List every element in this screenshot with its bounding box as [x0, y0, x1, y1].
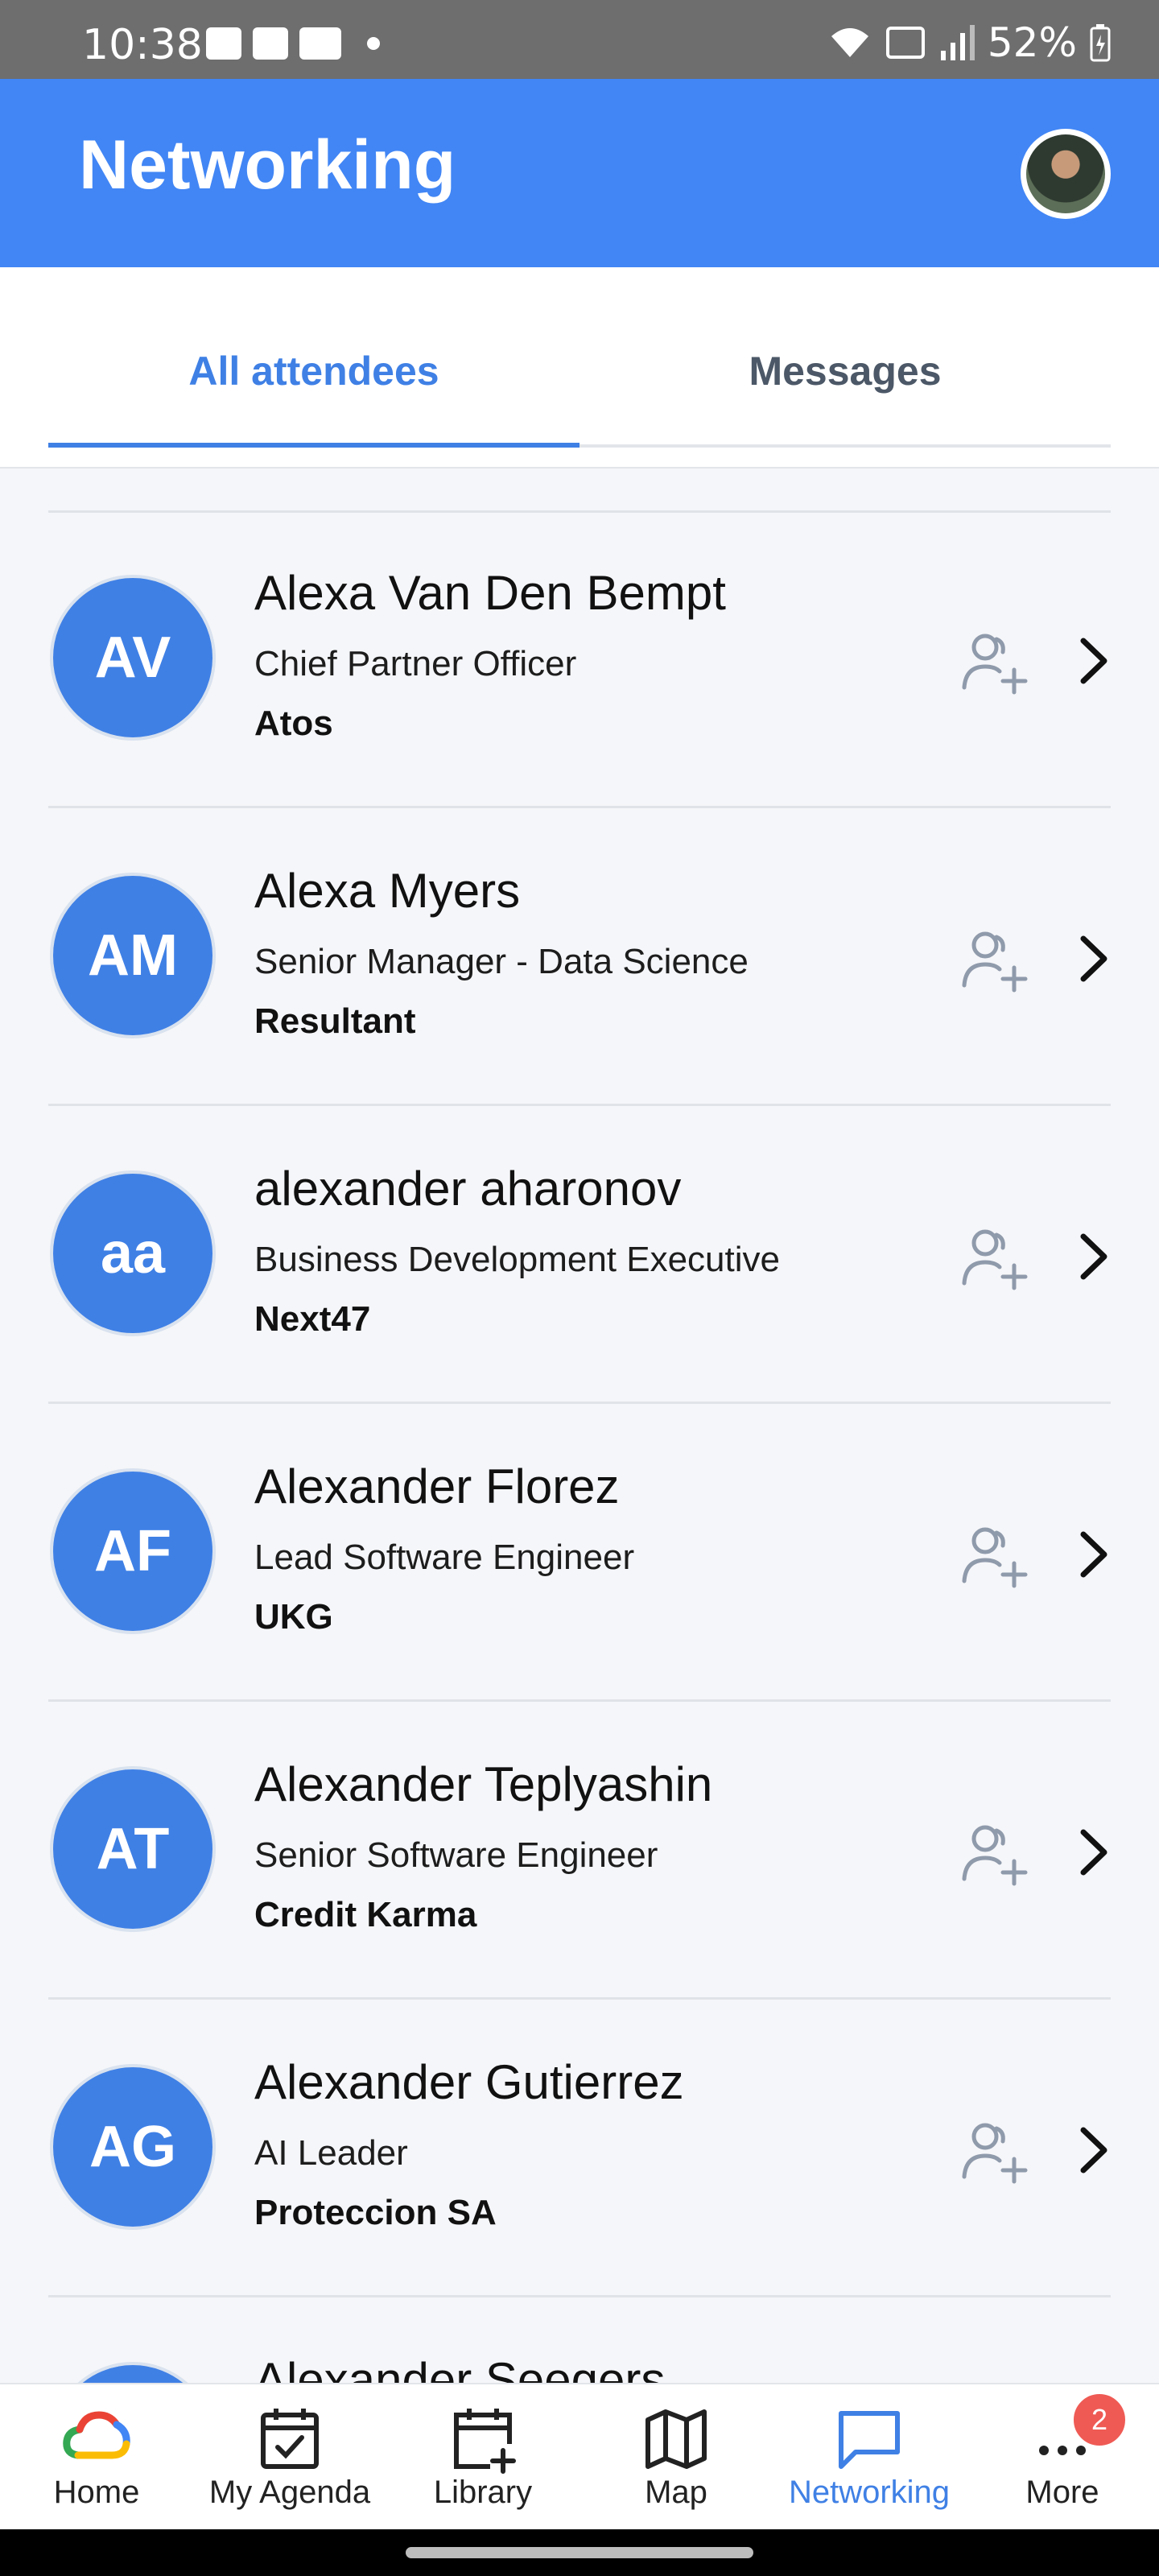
attendee-name: Alexander Gutierrez	[254, 2055, 684, 2109]
nav-label: Library	[433, 2475, 533, 2510]
attendee-title: AI Leader	[254, 2133, 408, 2173]
attendee-title: Senior Software Engineer	[254, 1835, 658, 1875]
battery-charging-icon	[1090, 24, 1111, 62]
tab-messages[interactable]: Messages	[580, 348, 1111, 394]
page-title: Networking	[79, 126, 456, 204]
attendee-title: Senior Manager - Data Science	[254, 942, 749, 981]
gallery-notification-icon	[206, 27, 241, 60]
tab-bar: All attendees Messages	[0, 267, 1159, 469]
nav-networking[interactable]: Networking	[773, 2384, 966, 2531]
chevron-right-icon[interactable]	[1070, 633, 1116, 689]
nav-library[interactable]: Library	[386, 2384, 580, 2531]
signal-icon	[940, 25, 975, 60]
attendee-avatar: AT	[50, 1766, 216, 1932]
outlook-notification-icon	[253, 27, 288, 60]
attendee-name: Alexander Seegers	[254, 2353, 666, 2383]
attendee-company: Credit Karma	[254, 1895, 477, 1934]
attendee-company: UKG	[254, 1597, 333, 1637]
attendee-row[interactable]: AV Alexa Van Den Bempt Chief Partner Off…	[0, 510, 1159, 808]
google-cloud-icon	[63, 2411, 130, 2459]
attendee-company: Proteccion SA	[254, 2193, 497, 2232]
nav-label: More	[1025, 2475, 1099, 2510]
attendee-row[interactable]: AM Alexa Myers Senior Manager - Data Sci…	[0, 808, 1159, 1106]
chevron-right-icon[interactable]	[1070, 2122, 1116, 2178]
status-time: 10:38	[82, 21, 203, 69]
attendee-title: Chief Partner Officer	[254, 644, 577, 683]
nav-more[interactable]: 2 More	[966, 2384, 1159, 2531]
attendee-avatar: AS	[50, 2362, 216, 2383]
attendee-avatar: AV	[50, 575, 216, 741]
add-connection-icon[interactable]	[955, 921, 1032, 998]
chat-bubble-icon	[839, 2411, 900, 2469]
nav-label: Networking	[788, 2475, 951, 2510]
attendee-name: Alexander Florez	[254, 1459, 620, 1513]
map-icon	[645, 2409, 707, 2469]
add-connection-icon[interactable]	[955, 623, 1032, 700]
status-bar: 10:38 52%	[0, 0, 1159, 79]
attendee-company: Atos	[254, 704, 333, 743]
attendee-row[interactable]: AF Alexander Florez Lead Software Engine…	[0, 1404, 1159, 1702]
nav-home[interactable]: Home	[0, 2384, 193, 2531]
profile-photo	[1026, 134, 1105, 213]
more-notifications-dot-icon	[367, 37, 380, 50]
chevron-right-icon[interactable]	[1070, 931, 1116, 987]
calendar-check-icon	[261, 2409, 319, 2469]
attendee-name: Alexa Myers	[254, 864, 521, 918]
attendee-row[interactable]: AS Alexander Seegers	[0, 2297, 1159, 2383]
attendee-avatar: AF	[50, 1468, 216, 1634]
status-right: 52%	[828, 19, 1111, 66]
notification-icons	[206, 27, 380, 60]
profile-avatar[interactable]	[1021, 129, 1111, 219]
attendee-company: Next47	[254, 1299, 371, 1339]
attendee-title: Business Development Executive	[254, 1240, 780, 1279]
add-connection-icon[interactable]	[955, 1219, 1032, 1296]
add-connection-icon[interactable]	[955, 1814, 1032, 1892]
attendee-row[interactable]: AG Alexander Gutierrez AI Leader Protecc…	[0, 2000, 1159, 2297]
attendee-avatar: aa	[50, 1170, 216, 1336]
chevron-right-icon[interactable]	[1070, 1228, 1116, 1285]
system-gesture-bar	[0, 2529, 1159, 2576]
attendee-row[interactable]: AT Alexander Teplyashin Senior Software …	[0, 1702, 1159, 2000]
add-connection-icon[interactable]	[955, 1517, 1032, 1594]
attendee-avatar: AM	[50, 873, 216, 1038]
attendee-company: Resultant	[254, 1001, 416, 1041]
add-connection-icon[interactable]	[955, 2112, 1032, 2190]
volte-icon	[885, 27, 925, 59]
attendee-avatar: AG	[50, 2064, 216, 2230]
attendee-name: Alexa Van Den Bempt	[254, 566, 726, 620]
nav-label: Home	[53, 2475, 140, 2510]
attendee-title: Lead Software Engineer	[254, 1538, 635, 1577]
app-bar: Networking	[0, 79, 1159, 267]
paytm-notification-icon	[299, 27, 341, 60]
tab-active-indicator	[48, 443, 580, 448]
tab-all-attendees[interactable]: All attendees	[48, 348, 580, 394]
wifi-icon	[831, 28, 868, 57]
chevron-right-icon[interactable]	[1070, 1526, 1116, 1583]
nav-label: Map	[645, 2475, 707, 2510]
battery-percentage: 52%	[987, 19, 1077, 66]
bottom-nav: Home My Agenda Library Map Networking 2 …	[0, 2383, 1159, 2529]
attendee-name: Alexander Teplyashin	[254, 1757, 713, 1811]
nav-label: My Agenda	[208, 2475, 371, 2510]
chevron-right-icon[interactable]	[1070, 1824, 1116, 1880]
attendee-row[interactable]: aa alexander aharonov Business Developme…	[0, 1106, 1159, 1404]
home-gesture-handle[interactable]	[406, 2547, 753, 2558]
attendee-name: alexander aharonov	[254, 1162, 682, 1216]
attendee-list[interactable]: AV Alexa Van Den Bempt Chief Partner Off…	[0, 470, 1159, 2383]
nav-map[interactable]: Map	[580, 2384, 773, 2531]
nav-my-agenda[interactable]: My Agenda	[193, 2384, 386, 2531]
calendar-plus-icon	[454, 2409, 516, 2474]
notification-badge: 2	[1070, 2391, 1128, 2449]
